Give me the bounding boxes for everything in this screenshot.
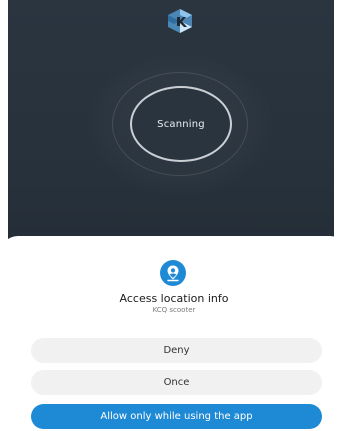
location-person-icon bbox=[160, 260, 186, 286]
dialog-title: Access location info bbox=[119, 292, 229, 305]
deny-button[interactable]: Deny bbox=[31, 338, 322, 363]
location-permission-dialog: Access location info KCQ scooter Deny On… bbox=[0, 236, 348, 431]
allow-while-using-button[interactable]: Allow only while using the app bbox=[31, 404, 322, 429]
scanning-label: Scanning bbox=[157, 118, 205, 130]
once-button[interactable]: Once bbox=[31, 370, 322, 395]
scan-indicator: Scanning bbox=[130, 86, 232, 162]
dialog-app-name: KCQ scooter bbox=[152, 306, 196, 314]
kcq-logo-icon bbox=[168, 9, 192, 33]
screen: Scanning Access location info KCQ scoote… bbox=[0, 0, 348, 431]
